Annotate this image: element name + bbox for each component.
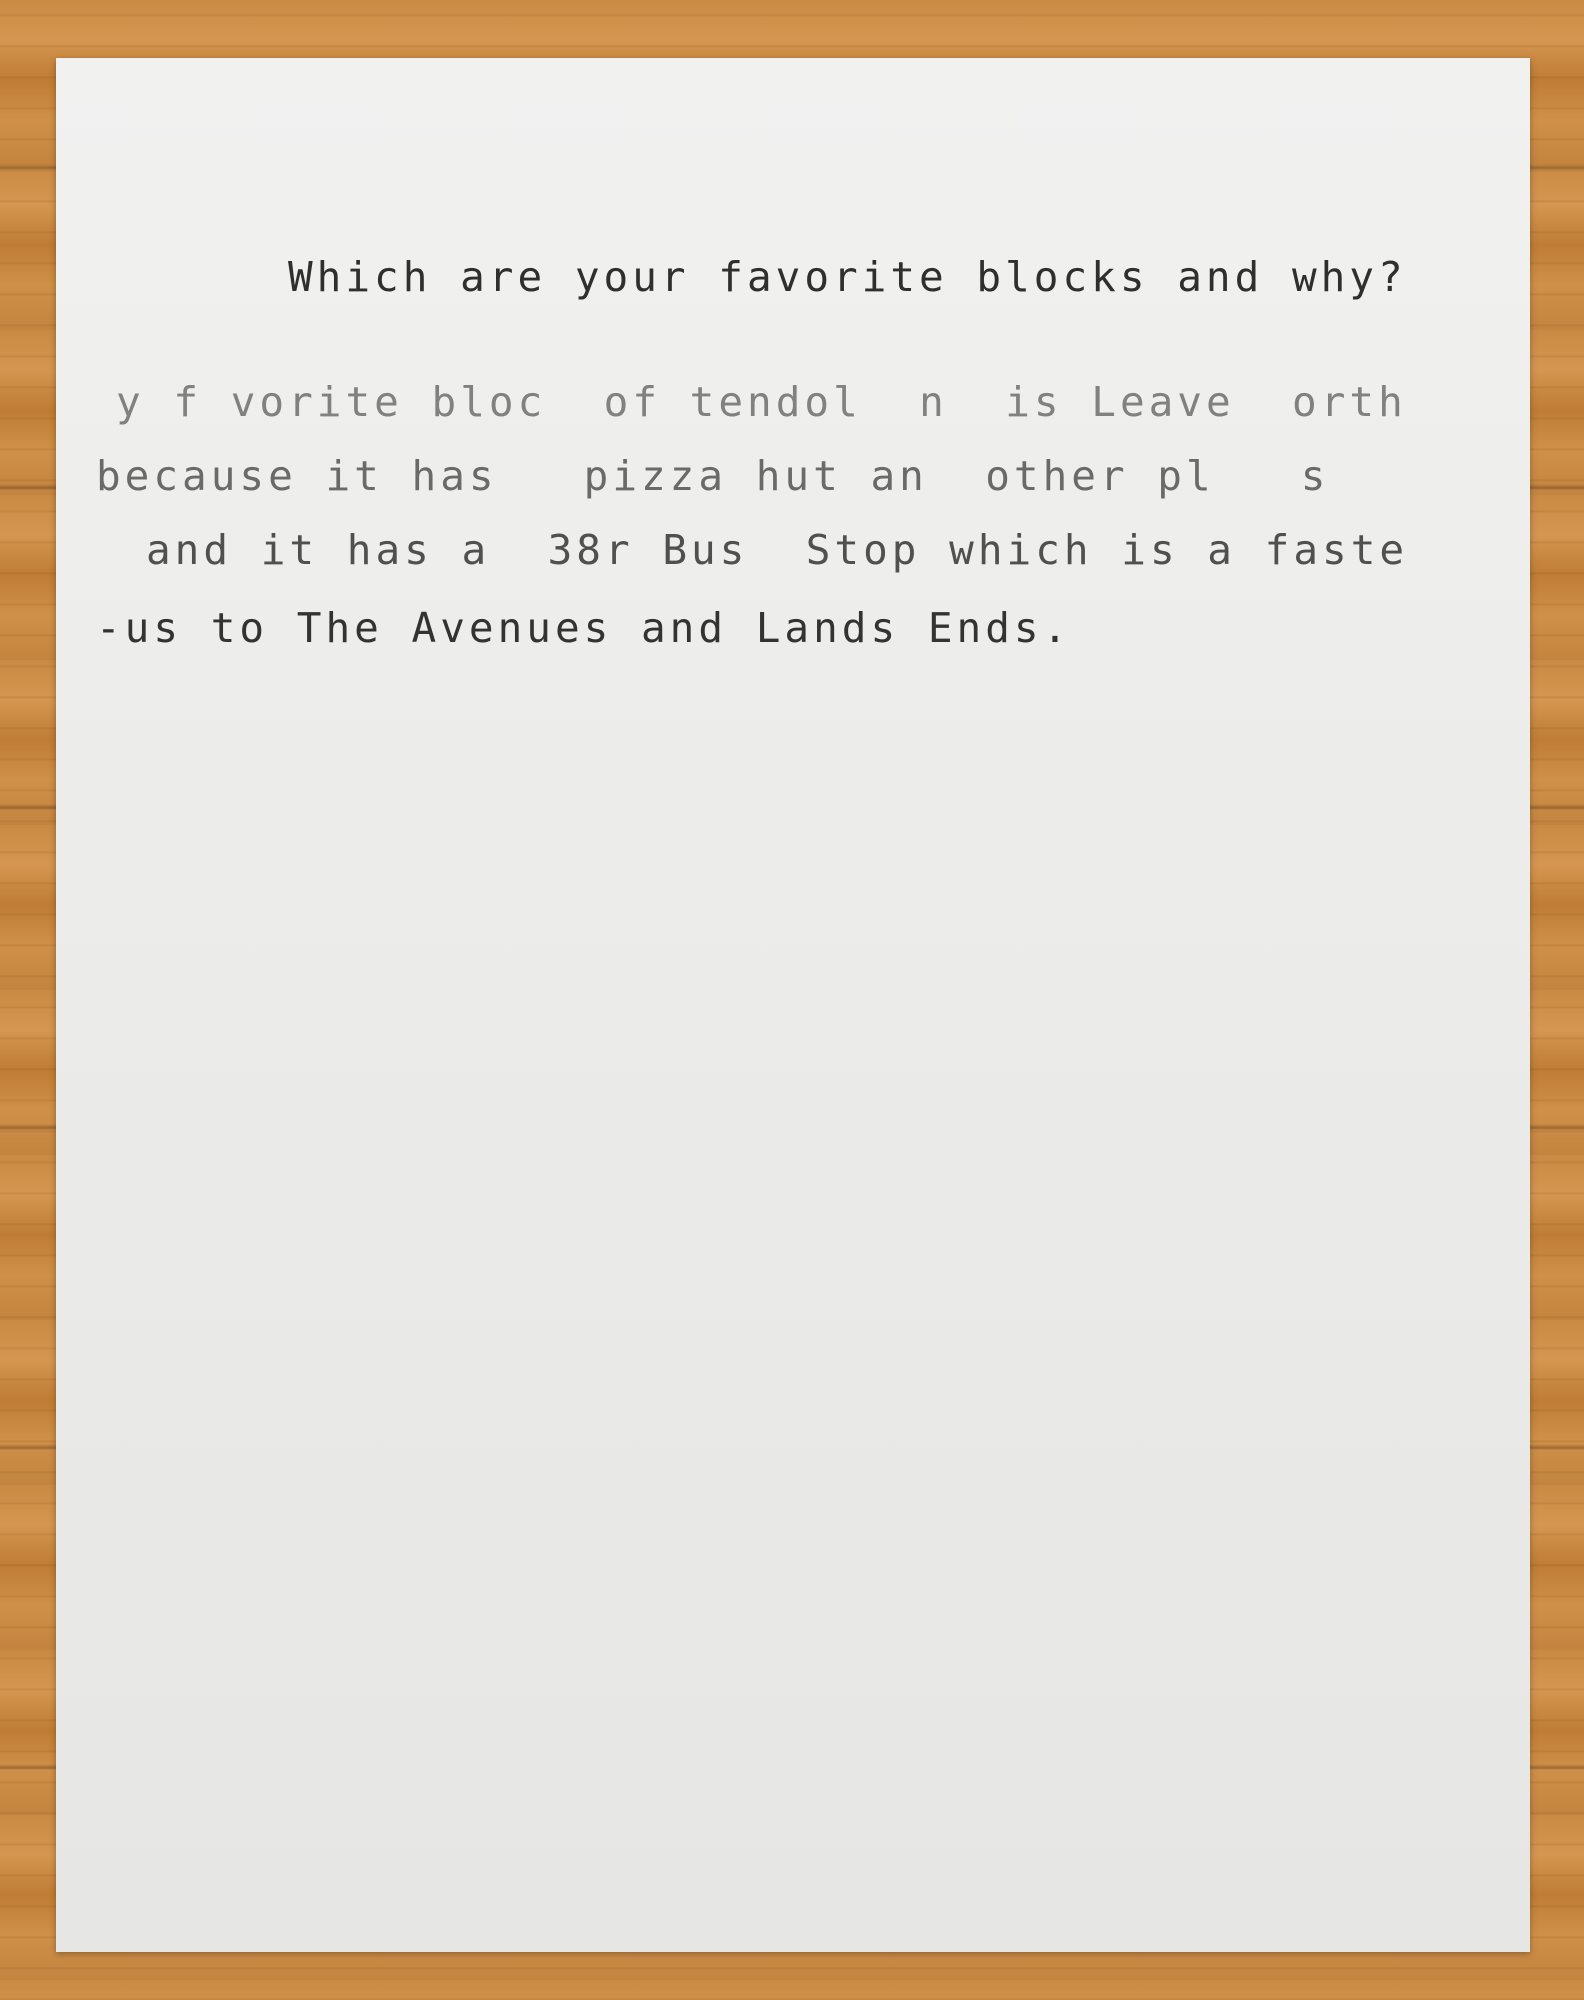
answer-line-1: y f vorite bloc of tendol n is Leave ort… [116,378,1407,426]
question-heading: Which are your favorite blocks and why? [288,253,1407,301]
answer-line-4: -us to The Avenues and Lands Ends. [96,604,1072,652]
answer-line-2: because it has pizza hut an other pl s [96,452,1330,500]
typed-paper-sheet: Which are your favorite blocks and why? … [56,58,1530,1952]
answer-line-3: and it has a 38r Bus Stop which is a fas… [146,526,1409,574]
